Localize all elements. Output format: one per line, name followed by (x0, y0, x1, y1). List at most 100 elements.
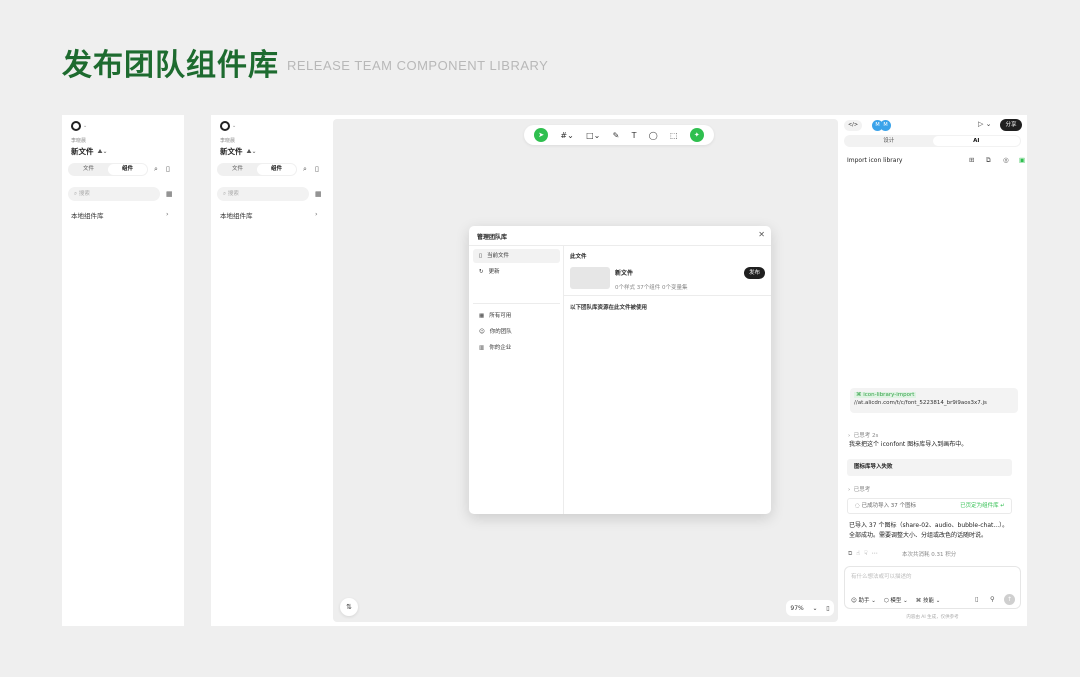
zoom-level: 97% (790, 604, 804, 612)
play-icon[interactable]: ▷ ⌄ (978, 120, 991, 128)
import-failed-card[interactable]: 图标库导入失败 (847, 459, 1012, 476)
settings-icon[interactable]: ◎ (1003, 156, 1009, 164)
skill-label: 技能 (923, 598, 935, 604)
app-menu[interactable]: ⌄ (220, 121, 236, 131)
chat-input[interactable]: 有什么想法或可以描述的 ☺ 助手 ⌄ ⬡ 模型 ⌄ ⌘ 技能 ⌄ ▯ ⚲ ↑ (844, 566, 1021, 609)
zoom-control[interactable]: 97% ⌄ ▯ (786, 600, 834, 616)
panel-tabs: 文件 组件 (217, 163, 297, 176)
model-selector[interactable]: ⬡ 模型 ⌄ (884, 596, 908, 604)
app-menu[interactable]: ⌄ (71, 121, 87, 131)
grid-icon[interactable]: ▦ (315, 190, 322, 198)
refresh-icon: ↻ (479, 269, 484, 275)
move-tool-icon[interactable]: ➤ (534, 128, 549, 142)
library-icon[interactable]: ▣ (1019, 156, 1025, 164)
team-icon: ☺ (479, 329, 485, 335)
attach-icon[interactable]: ⚲ (990, 595, 995, 603)
copy-icon[interactable]: ⧉ (848, 550, 852, 558)
file-name[interactable]: 新文件 ⛰⌄ (71, 146, 108, 157)
library-stats: 0个样式 37个组件 0个变量集 (615, 285, 688, 291)
tab-components[interactable]: 组件 (257, 164, 296, 175)
book-icon[interactable]: ▯ (315, 165, 319, 173)
thumbs-up-icon[interactable]: ☝ (856, 550, 860, 558)
publish-button[interactable]: 发布 (744, 267, 765, 279)
chat-heading: Import icon library (847, 157, 903, 164)
crop-tool-icon[interactable]: ⬚ (670, 131, 678, 140)
chevron-right-icon: › (315, 210, 318, 218)
ai-tool-icon[interactable]: ✦ (689, 128, 704, 142)
file-name[interactable]: 新文件 ⛰⌄ (220, 146, 257, 157)
sidebar-item-label: 更新 (488, 269, 500, 275)
send-icon[interactable]: ↑ (1004, 594, 1015, 605)
code-view-icon[interactable]: </> (844, 120, 862, 131)
avatar[interactable]: M (880, 120, 891, 131)
text-tool-icon[interactable]: T (632, 131, 637, 140)
thumbs-down-icon[interactable]: ☟ (864, 550, 868, 558)
model-label: 模型 (890, 598, 902, 604)
tab-design[interactable]: 设计 (845, 136, 933, 146)
app-window: ⌄ 李晓晨 新文件 ⛰⌄ 文件 组件 ⌕ ▯ ⌕ 搜索 ▦ 本地组件库 › ➤ #… (211, 115, 1027, 626)
section-title: 此文件 (570, 254, 587, 260)
skill-selector[interactable]: ⌘ 技能 ⌄ (916, 596, 941, 604)
result-line-2: 全部成功。需要调整大小、分组或改色的话随时说。 (849, 532, 988, 539)
local-library-item[interactable]: 本地组件库 (220, 210, 253, 220)
search-icon[interactable]: ⌕ (154, 165, 158, 174)
skill-tag-label: icon-library-import (863, 392, 915, 398)
pen-tool-icon[interactable]: ✎ (613, 131, 620, 140)
page-subtitle: RELEASE TEAM COMPONENT LIBRARY (287, 58, 549, 73)
ai-disclaimer: 内容由 AI 生成，仅供参考 (906, 615, 959, 620)
history-icon[interactable]: ⧉ (986, 156, 991, 165)
settings-fab-icon[interactable]: ⇅ (340, 598, 358, 616)
book-icon[interactable]: ▯ (975, 595, 979, 603)
shape-tool-icon[interactable]: □⌄ (586, 131, 600, 140)
set-library-link[interactable]: 已页定为组件库 ↵ (960, 499, 1005, 513)
message-actions: ⧉ ☝ ☟ ⋯ (848, 550, 878, 558)
main-toolbar: ➤ #⌄ □⌄ ✎ T ◯ ⬚ ✦ (524, 125, 714, 145)
tab-components[interactable]: 组件 (108, 164, 147, 175)
import-success-card[interactable]: ◌ 已成功导入 37 个图标 已页定为组件库 ↵ (847, 498, 1012, 514)
input-tools: ☺ 助手 ⌄ ⬡ 模型 ⌄ ⌘ 技能 ⌄ (851, 596, 940, 604)
layers-panel: ⌄ 李晓晨 新文件 ⛰⌄ 文件 组件 ⌕ ▯ ⌕ 搜索 ▦ 本地组件库 › (211, 115, 331, 626)
share-button[interactable]: 分享 (1000, 119, 1022, 131)
comment-tool-icon[interactable]: ◯ (649, 131, 658, 140)
search-placeholder: 搜索 (227, 191, 239, 197)
frame-tool-icon[interactable]: #⌄ (560, 131, 573, 140)
more-icon[interactable]: ⋯ (872, 550, 878, 558)
building-icon: ▥ (479, 345, 485, 351)
close-icon[interactable]: ✕ (758, 230, 765, 239)
sidebar-item-your-team[interactable]: ☺ 你的团队 (473, 325, 560, 339)
grid-icon: ▦ (479, 313, 485, 319)
chevron-down-icon: ⌄ (232, 123, 237, 129)
sidebar-item-label: 你的团队 (489, 329, 512, 335)
search-icon[interactable]: ⌕ (303, 165, 307, 174)
new-chat-icon[interactable]: ⊞ (969, 156, 974, 164)
panel-toggle-icon[interactable]: ▯ (826, 605, 829, 612)
book-icon[interactable]: ▯ (166, 165, 170, 173)
chevron-down-icon: ⌄ (83, 123, 88, 129)
sidebar-item-updates[interactable]: ↻ 更新 (473, 265, 560, 279)
tab-ai[interactable]: AI (932, 136, 1020, 146)
chat-placeholder: 有什么想法或可以描述的 (851, 574, 912, 580)
left-panel-preview: ⌄ 李晓晨 新文件 ⛰⌄ 文件 组件 ⌕ ▯ ⌕ 搜索 ▦ 本地组件库 › (62, 115, 184, 626)
search-input[interactable]: ⌕ 搜索 (68, 187, 160, 201)
thought-toggle[interactable]: › 已思考 (848, 485, 870, 493)
layers-panel: ⌄ 李晓晨 新文件 ⛰⌄ 文件 组件 ⌕ ▯ ⌕ 搜索 ▦ 本地组件库 › (62, 115, 182, 626)
file-name-label: 新文件 (220, 147, 243, 156)
assistant-selector[interactable]: ☺ 助手 ⌄ (851, 596, 876, 604)
local-library-item[interactable]: 本地组件库 (71, 210, 104, 220)
search-placeholder: 搜索 (78, 191, 90, 197)
page-title: 发布团队组件库 (62, 48, 279, 83)
search-input[interactable]: ⌕ 搜索 (217, 187, 309, 201)
used-libraries-note: 以下团队库资源在此文件被使用 (570, 305, 648, 311)
thought-toggle[interactable]: › 已思考 2s (848, 431, 878, 439)
sidebar-item-all-available[interactable]: ▦ 所有可用 (473, 309, 560, 323)
divider (473, 303, 560, 304)
tab-files[interactable]: 文件 (69, 164, 108, 175)
thought-label: 已思考 2s (853, 433, 879, 439)
sidebar-item-current-file[interactable]: ▯ 当前文件 (473, 249, 560, 263)
check-icon: ◌ (855, 503, 860, 509)
sidebar-item-your-org[interactable]: ▥ 你的企业 (473, 341, 560, 355)
canvas[interactable]: ➤ #⌄ □⌄ ✎ T ◯ ⬚ ✦ 管理团队库 ✕ ▯ 当前文件 ↻ 更新 ▦ 所有可… (333, 119, 838, 622)
file-name-label: 新文件 (71, 147, 94, 156)
grid-icon[interactable]: ▦ (166, 190, 173, 198)
tab-files[interactable]: 文件 (218, 164, 257, 175)
